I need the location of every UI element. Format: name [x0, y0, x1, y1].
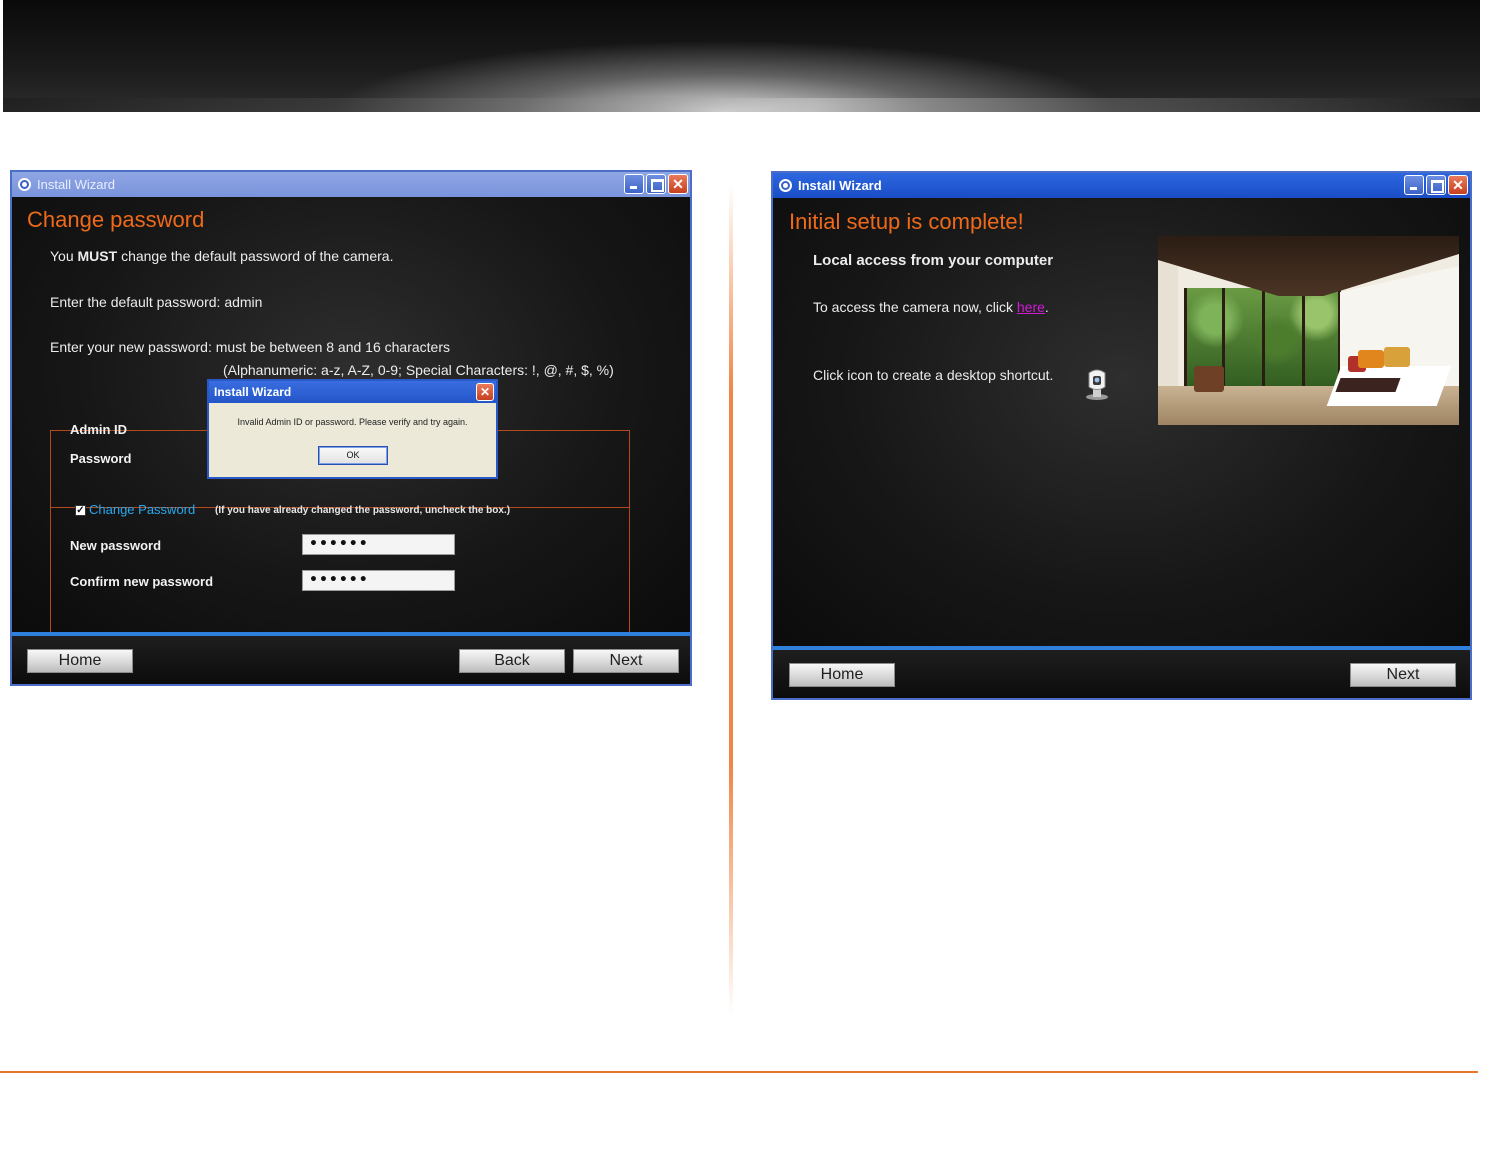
shortcut-text: Click icon to create a desktop shortcut. [813, 367, 1054, 383]
minimize-button[interactable] [1404, 175, 1424, 195]
column-divider [729, 185, 733, 1015]
dialog-titlebar[interactable]: Install Wizard ✕ [209, 381, 496, 403]
must-change-text: You MUST change the default password of … [50, 248, 394, 264]
window-content: Initial setup is complete! Local access … [773, 198, 1470, 650]
admin-id-label: Admin ID [70, 422, 128, 437]
install-wizard-window-change-password: Install Wizard ✕ Change password You MUS… [10, 170, 692, 686]
app-logo-icon [779, 179, 792, 192]
new-password-label: New password [70, 538, 162, 553]
confirm-password-label: Confirm new password [70, 574, 214, 589]
window-title: Install Wizard [798, 178, 882, 193]
app-logo-icon [18, 178, 31, 191]
change-password-label[interactable]: Change Password [89, 502, 195, 517]
new-password-field[interactable]: •••••• [302, 534, 455, 555]
access-camera-text: To access the camera now, click here. [813, 299, 1049, 315]
bedroom-room-photo [1158, 236, 1459, 425]
footer-rule [0, 1071, 1478, 1073]
window-content: Change password You MUST change the defa… [12, 197, 690, 636]
home-button[interactable]: Home [789, 663, 895, 687]
close-button[interactable]: ✕ [1448, 175, 1468, 195]
next-button[interactable]: Next [1350, 663, 1456, 687]
window-title: Install Wizard [37, 177, 116, 192]
local-access-heading: Local access from your computer [813, 252, 1054, 269]
close-button[interactable]: ✕ [668, 174, 688, 194]
page-title: Change password [27, 207, 205, 232]
install-wizard-window-setup-complete: Install Wizard ✕ Initial setup is comple… [771, 171, 1472, 700]
allowed-characters-text: (Alphanumeric: a-z, A-Z, 0-9; Special Ch… [223, 362, 614, 378]
page-title: Initial setup is complete! [789, 209, 1024, 234]
here-link[interactable]: here [1017, 299, 1045, 315]
window-titlebar[interactable]: Install Wizard ✕ [12, 172, 690, 197]
error-dialog: Install Wizard ✕ Invalid Admin ID or pas… [207, 379, 498, 479]
maximize-button[interactable] [1426, 175, 1446, 195]
dialog-ok-button[interactable]: OK [318, 446, 388, 465]
maximize-button[interactable] [646, 174, 666, 194]
change-password-checkbox[interactable]: ✓ [75, 505, 86, 516]
change-password-note: (If you have already changed the passwor… [215, 505, 511, 516]
header-banner [3, 0, 1480, 112]
home-button[interactable]: Home [27, 649, 133, 673]
window-footer: Home Back Next [12, 632, 690, 684]
dialog-title: Install Wizard [214, 385, 292, 399]
dialog-message: Invalid Admin ID or password. Please ver… [237, 417, 468, 427]
confirm-password-field[interactable]: •••••• [302, 570, 455, 591]
window-titlebar[interactable]: Install Wizard ✕ [773, 173, 1470, 198]
window-footer: Home Next [773, 646, 1470, 698]
default-password-text: Enter the default password: admin [50, 294, 263, 310]
dialog-close-button[interactable]: ✕ [476, 383, 494, 401]
password-label: Password [70, 451, 132, 466]
new-password-rule-text: Enter your new password: must be between… [50, 339, 450, 355]
next-button[interactable]: Next [573, 649, 679, 673]
camera-shortcut-icon[interactable] [1084, 369, 1110, 401]
minimize-button[interactable] [624, 174, 644, 194]
back-button[interactable]: Back [459, 649, 565, 673]
